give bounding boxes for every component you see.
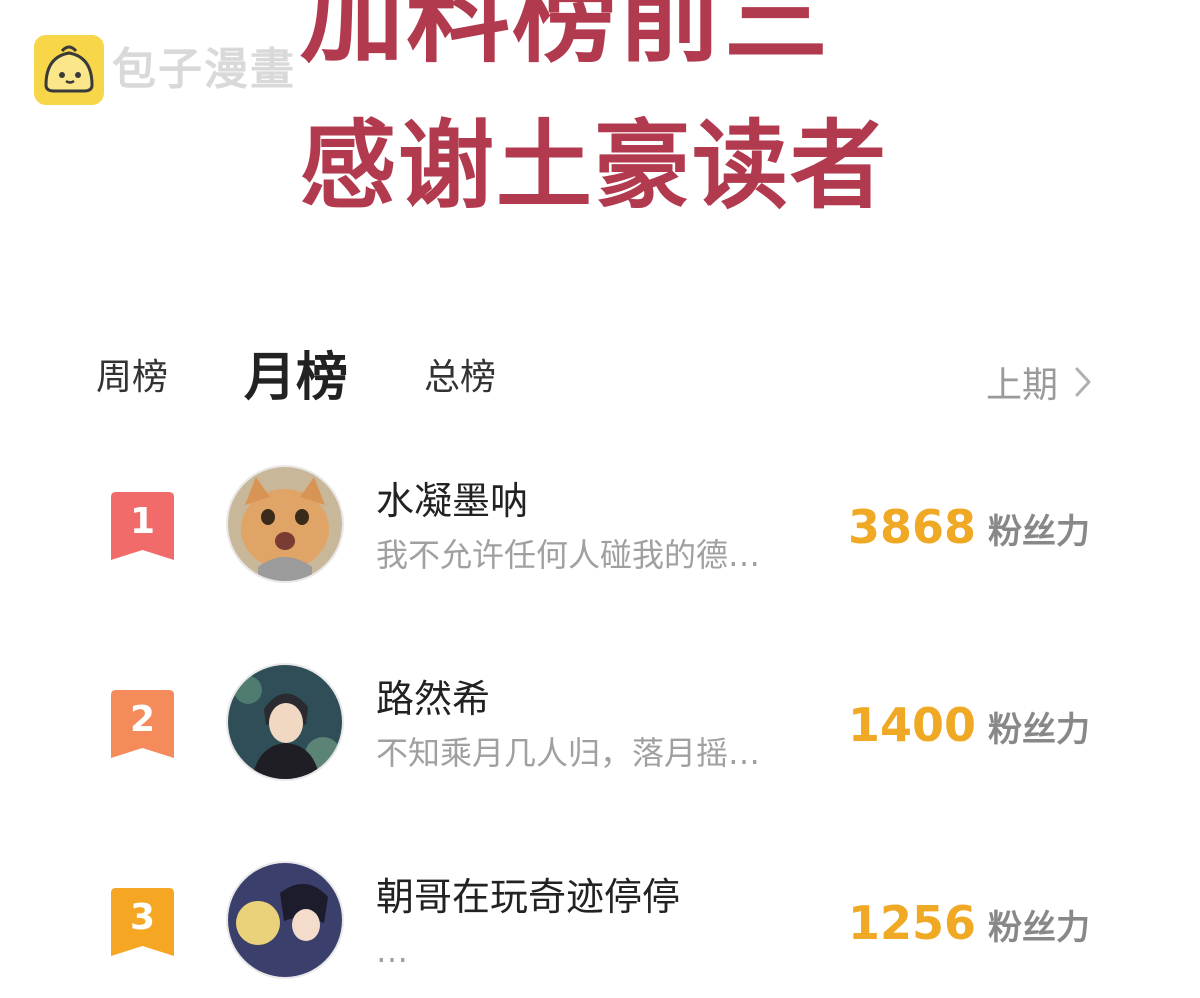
watermark-text: 包子漫畫: [112, 44, 296, 95]
chevron-right-icon: [1074, 366, 1092, 405]
avatar[interactable]: [226, 861, 344, 979]
rank-badge: 1: [111, 492, 174, 560]
user-bio: …: [376, 935, 408, 967]
user-bio: 我不允许任何人碰我的德…: [376, 539, 761, 571]
fan-unit: 粉丝力: [988, 710, 1090, 750]
tab-monthly[interactable]: 月榜: [244, 352, 348, 404]
prev-period-label: 上期: [985, 364, 1058, 406]
ranking-item[interactable]: 1 水凝墨呐 我不允许任何人碰我的德… 3868 粉丝力: [0, 462, 1200, 602]
fan-score: 1256 粉丝力: [848, 900, 1090, 946]
prev-period-link[interactable]: 上期: [986, 366, 1092, 405]
rank-number: 2: [129, 699, 156, 740]
fan-value: 3868: [847, 500, 976, 554]
rank-number: 3: [129, 897, 156, 938]
ranking-item[interactable]: 2 路然希 不知乘月几人归，落月摇… 1400 粉丝力: [0, 660, 1200, 800]
fan-score: 1400 粉丝力: [848, 702, 1090, 748]
user-name[interactable]: 朝哥在玩奇迹停停: [376, 878, 680, 916]
user-name[interactable]: 路然希: [376, 680, 490, 718]
tab-weekly[interactable]: 周榜: [96, 360, 168, 396]
fan-unit: 粉丝力: [988, 908, 1090, 948]
fan-score: 3868 粉丝力: [848, 504, 1090, 550]
rank-badge: 2: [111, 690, 174, 758]
tab-total[interactable]: 总榜: [424, 360, 496, 396]
rank-number: 1: [129, 501, 156, 542]
rank-badge: 3: [111, 888, 174, 956]
user-name[interactable]: 水凝墨呐: [376, 482, 528, 520]
avatar[interactable]: [226, 465, 344, 583]
ranking-item[interactable]: 3 朝哥在玩奇迹停停 … 1256 粉丝力: [0, 858, 1200, 998]
fan-unit: 粉丝力: [988, 512, 1090, 552]
watermark: 包子漫畫: [34, 35, 296, 105]
baozi-bun-icon: [34, 35, 104, 105]
user-bio: 不知乘月几人归，落月摇…: [376, 737, 761, 769]
banner-title: 加料榜前三: [300, 0, 831, 77]
fan-value: 1256: [847, 896, 976, 950]
avatar[interactable]: [226, 663, 344, 781]
ranking-tabs: 周榜 月榜 总榜: [96, 352, 572, 404]
fan-value: 1400: [847, 698, 976, 752]
banner-subtitle: 感谢土豪读者: [300, 110, 888, 222]
